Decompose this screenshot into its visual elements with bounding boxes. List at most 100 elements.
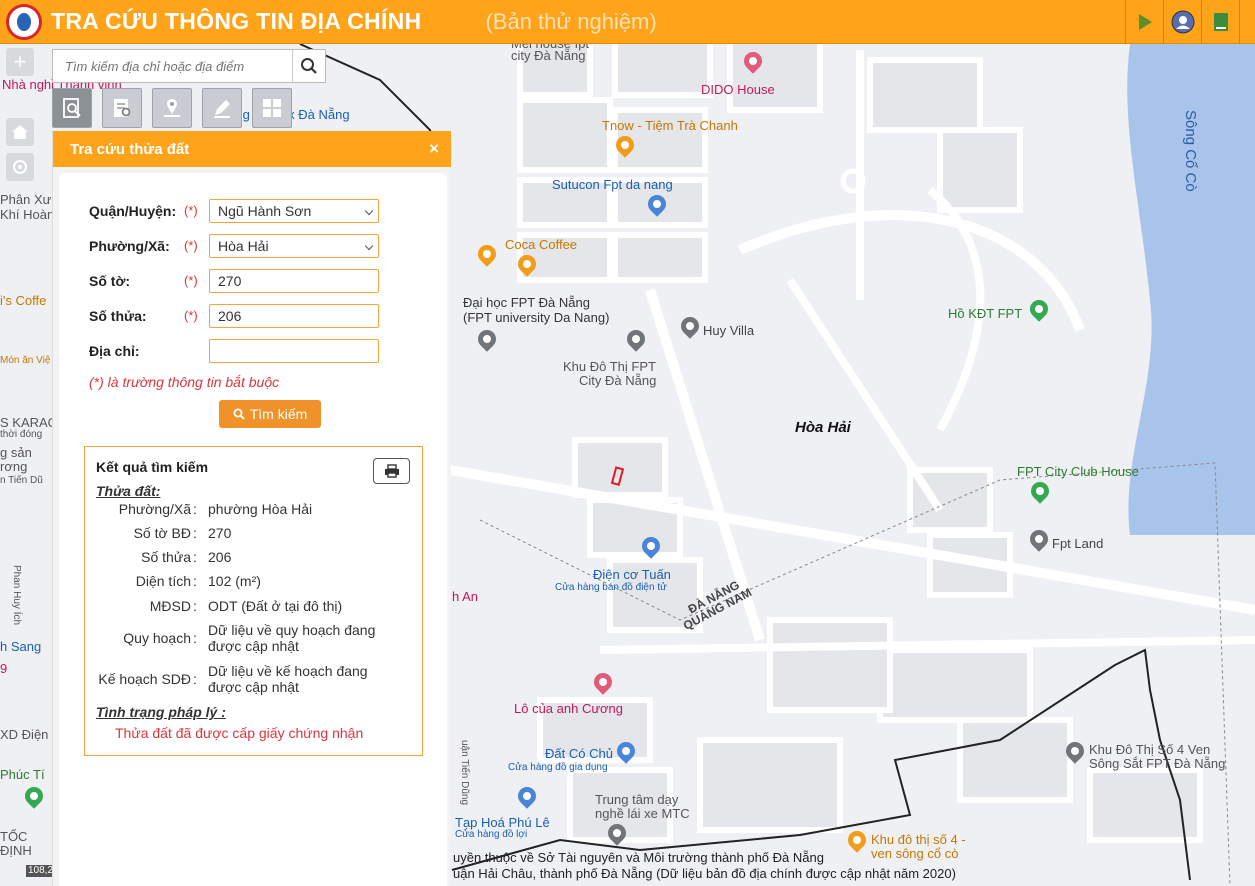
map-label[interactable]: Tnow - Tiệm Trà Chanh — [602, 118, 738, 133]
ward-select[interactable]: Hòa Hải — [209, 234, 379, 258]
search-result-box: Kết quả tìm kiếm Thửa đất: Phường/Xã : p… — [84, 446, 423, 756]
grid-icon — [263, 99, 281, 117]
map-label[interactable]: Điện cơ Tuấn — [593, 567, 671, 582]
app-header: TRA CỨU THÔNG TIN ĐỊA CHÍNH (Bản thử ngh… — [0, 0, 1255, 44]
map-label[interactable]: rơng — [0, 459, 27, 474]
river-label: Sông Cổ Cò — [1182, 110, 1199, 192]
parcel-lookup-panel: Tra cứu thửa đất × Quận/Huyện: (*) Ngũ H… — [52, 131, 451, 886]
map-label[interactable]: g sản — [0, 445, 32, 460]
map-attribution: uyền thuộc về Sở Tài nguyên và Môi trườn… — [453, 850, 956, 882]
crosshair-icon — [13, 160, 27, 174]
map-label[interactable]: Trung tâm dạy — [595, 792, 678, 807]
parcel-heading: Thửa đất: — [96, 483, 161, 499]
map-label[interactable]: S KARAO — [0, 415, 58, 430]
map-label[interactable]: Cửa hàng đồ lợi — [455, 829, 527, 841]
bookmark-button[interactable] — [1201, 0, 1239, 44]
map-label[interactable]: Đại học FPT Đà Nẵng — [463, 295, 590, 310]
map-label[interactable]: Phân Xư — [0, 192, 51, 207]
result-label: MĐSD — [149, 598, 191, 614]
plus-icon: + — [13, 49, 27, 74]
map-label[interactable]: (FPT university Da Nang) — [463, 310, 609, 325]
map-label[interactable]: Khu Đô Thị Số 4 Ven — [1089, 742, 1210, 757]
map-label[interactable]: FPT City Club House — [1017, 464, 1139, 479]
app-logo — [6, 3, 42, 40]
search-icon — [301, 58, 317, 74]
map-label[interactable]: ĐỊNH — [0, 843, 32, 858]
layers-tool[interactable] — [252, 88, 292, 128]
location-tool[interactable] — [152, 88, 192, 128]
address-input[interactable] — [209, 339, 379, 363]
result-colon: : — [193, 525, 197, 541]
draw-tool[interactable] — [202, 88, 242, 128]
result-colon: : — [193, 671, 197, 687]
district-select[interactable]: Ngũ Hành Sơn — [209, 199, 379, 223]
list-search-tool[interactable] — [102, 88, 142, 128]
map-label[interactable]: Tạp Hoá Phú Lê — [455, 815, 550, 830]
panel-body: Quận/Huyện: (*) Ngũ Hành Sơn Phường/Xã: … — [59, 173, 447, 886]
map-label[interactable]: Đất Có Chủ — [545, 746, 613, 761]
result-label: Phường/Xã — [118, 501, 191, 517]
result-value: 102 (m²) — [208, 573, 261, 589]
map-label[interactable]: Khu đô thị số 4 - — [871, 832, 966, 847]
map-label[interactable]: h An — [452, 589, 478, 604]
sheet-number-input[interactable]: 270 — [209, 269, 379, 293]
parcel-lookup-tool[interactable] — [52, 88, 92, 128]
map-label[interactable]: 9 — [0, 661, 7, 676]
ward-label: Hòa Hải — [795, 419, 851, 436]
parcel-number-field: Số thửa: (*) 206 — [89, 304, 389, 328]
map-label[interactable]: nghề lái xe MTC — [595, 806, 690, 821]
result-value: Dữ liệu về quy hoạch đang được cập nhật — [208, 622, 376, 654]
map-label[interactable]: Món ăn Việ — [0, 355, 50, 367]
map-label[interactable]: Cửa hàng đồ gia dụng — [508, 762, 608, 774]
search-submit-button[interactable]: Tìm kiếm — [219, 400, 321, 428]
play-button[interactable] — [1125, 0, 1163, 44]
map-label[interactable]: Coca Coffee — [505, 237, 577, 252]
panel-header: Tra cứu thửa đất × — [53, 131, 451, 167]
map-label[interactable]: Huy Villa — [703, 323, 754, 338]
result-value: Dữ liệu về kế hoạch đang được cập nhật — [208, 663, 368, 695]
map-label[interactable]: i's Coffe — [0, 293, 46, 308]
map-label[interactable]: thời đóng — [0, 429, 42, 441]
map-label[interactable]: Fpt Land — [1052, 536, 1103, 551]
attribution-line-1: uyền thuộc về Sở Tài nguyên và Môi trườn… — [453, 850, 824, 865]
user-circle-icon — [1171, 10, 1194, 34]
close-button[interactable]: × — [429, 139, 439, 159]
print-button[interactable] — [373, 458, 410, 484]
home-button[interactable] — [6, 118, 34, 146]
result-label: Quy hoạch — [123, 630, 191, 646]
result-value: ODT (Đất ở tại đô thị) — [208, 598, 343, 614]
legal-status-value: Thửa đất đã được cấp giấy chứng nhận — [115, 725, 364, 741]
map-label[interactable]: Khí Hoàn — [0, 207, 54, 222]
parcel-number-input[interactable]: 206 — [209, 304, 379, 328]
map-label[interactable]: XD Điện — [0, 727, 48, 742]
search-button[interactable] — [292, 50, 325, 82]
app-subtitle: (Bản thử nghiệm) — [485, 8, 657, 34]
map-label[interactable]: Sutucon Fpt da nang — [552, 177, 673, 192]
account-button[interactable] — [1163, 0, 1201, 44]
street-label: uận Tiến Dũng — [459, 740, 470, 806]
more-button[interactable] — [1239, 0, 1255, 44]
map-label[interactable]: Hồ KĐT FPT — [948, 306, 1022, 321]
result-colon: : — [193, 630, 197, 646]
search-submit-label: Tìm kiếm — [249, 406, 308, 422]
result-colon: : — [193, 573, 197, 589]
map-label[interactable]: Phúc Tí — [0, 767, 45, 782]
map-label[interactable]: TỐC — [0, 829, 27, 844]
search-input[interactable] — [53, 50, 292, 82]
district-label: Quận/Huyện: — [89, 203, 177, 219]
map-label[interactable]: DIDO House — [701, 82, 775, 97]
search-bar — [52, 49, 326, 83]
map-label[interactable]: h Sang — [0, 639, 41, 654]
required-marker: (*) — [184, 203, 198, 218]
map-label[interactable]: Sông Sắt FPT Đà Nẵng — [1089, 756, 1225, 771]
zoom-in-button[interactable]: + — [6, 48, 34, 76]
map-label[interactable]: n Tiến Dũ — [0, 475, 43, 487]
map-label[interactable]: city Đà Nẵng — [511, 48, 585, 63]
book-icon — [1213, 13, 1228, 31]
sheet-number-label: Số tờ: — [89, 273, 131, 289]
map-label[interactable]: City Đà Nẵng — [579, 373, 656, 388]
map-label[interactable]: Lô của anh Cương — [514, 701, 623, 716]
map-label[interactable]: Cửa hàng bán đồ điện tử — [555, 582, 667, 594]
locate-button[interactable] — [6, 153, 34, 181]
map-label[interactable]: Khu Đô Thị FPT — [563, 359, 656, 374]
